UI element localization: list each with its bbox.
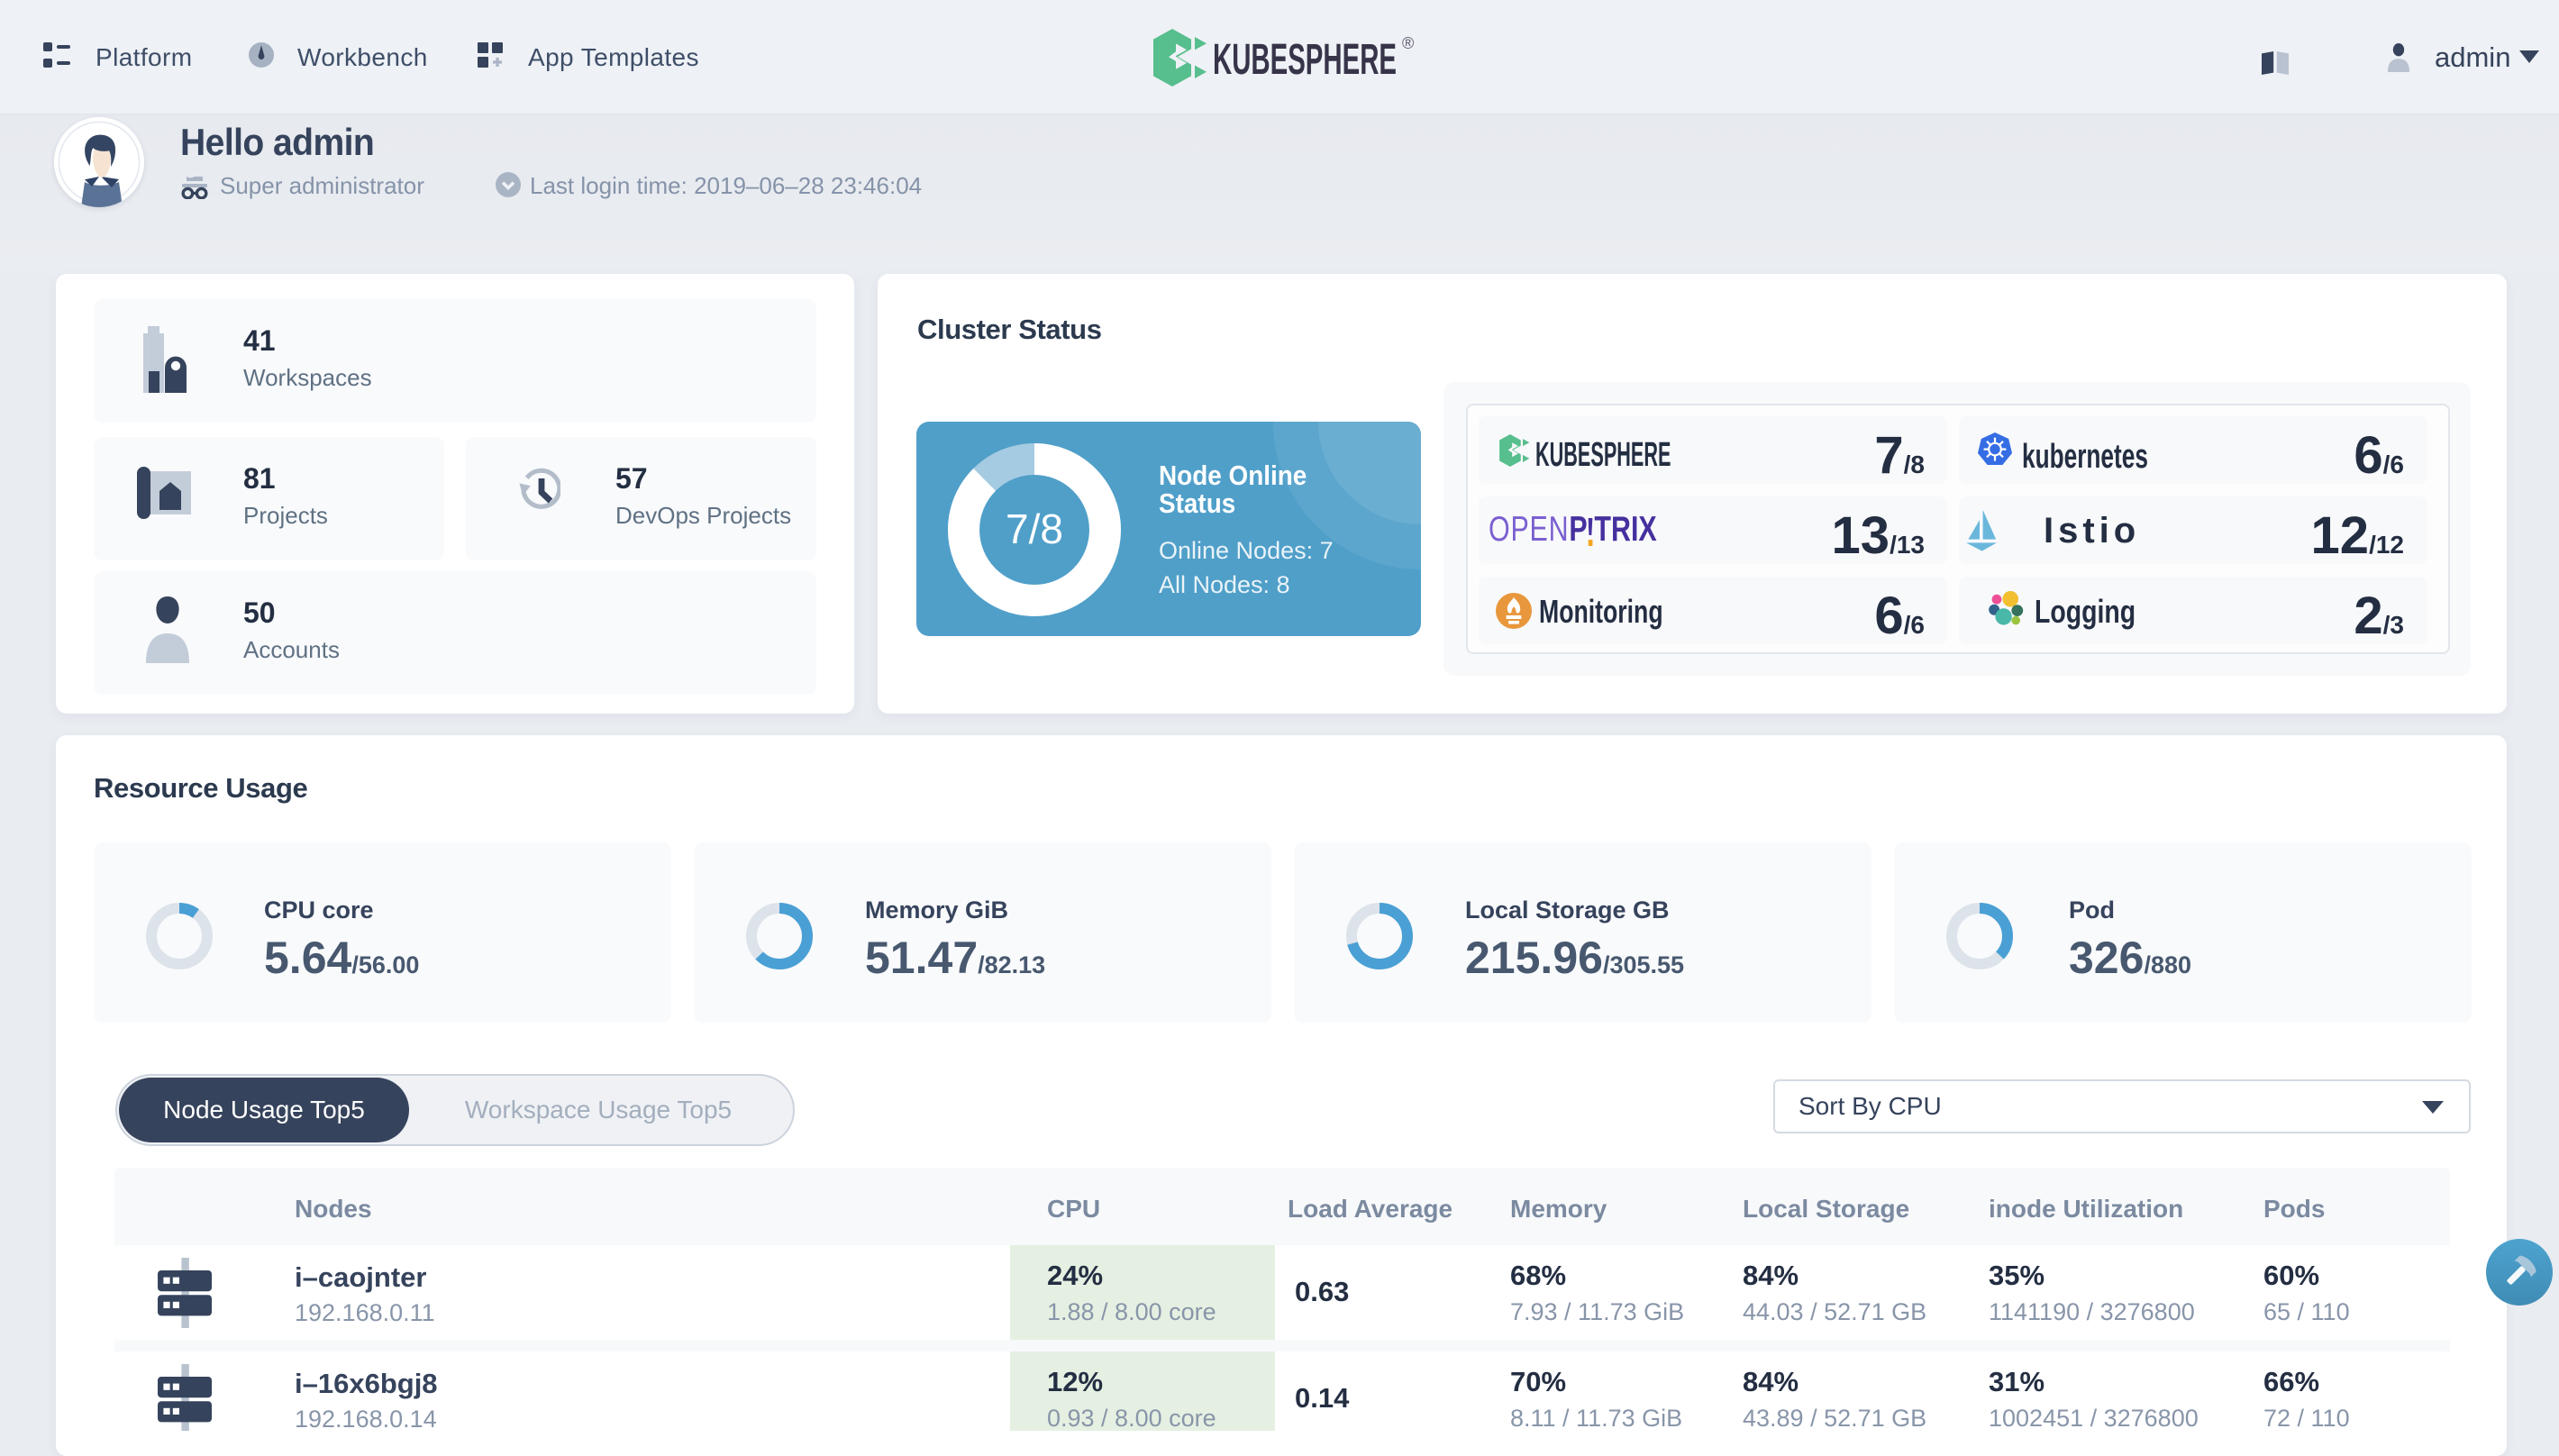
svg-text:KUBESPHERE: KUBESPHERE <box>1213 36 1397 84</box>
svg-text:®: ® <box>1402 34 1414 52</box>
svg-text:7/8: 7/8 <box>1006 505 1063 552</box>
